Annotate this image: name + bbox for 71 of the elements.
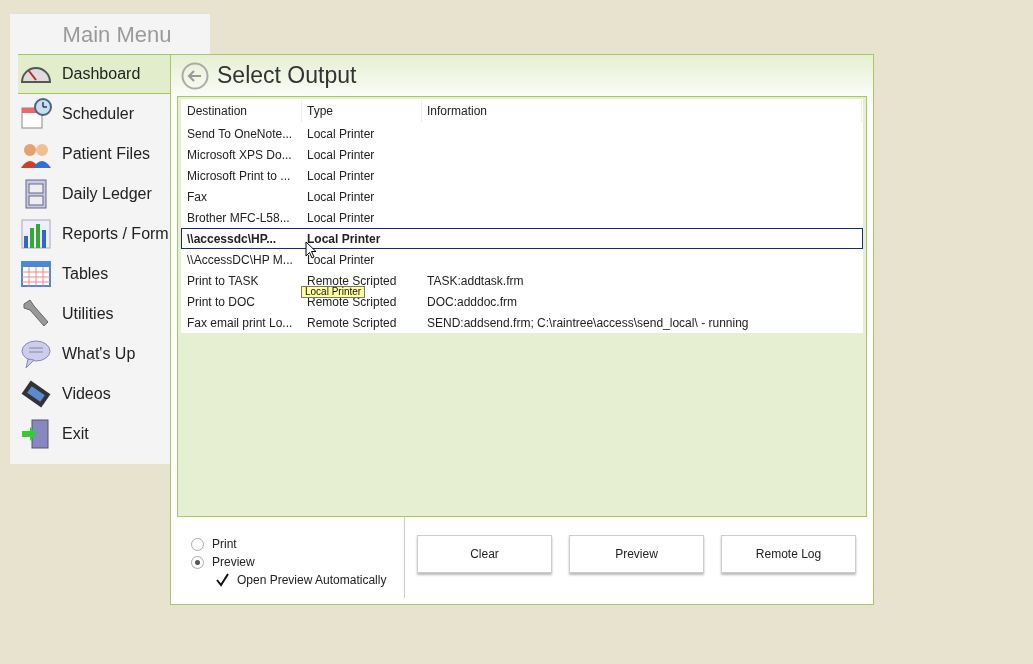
column-header[interactable]: Destination [182,100,302,122]
table-cell-text: \\AccessDC\HP M... [186,252,294,267]
menu-item-label: Dashboard [62,65,141,83]
table-row[interactable]: Microsoft XPS Do... Local Printer [181,144,863,165]
tooltip: Local Printer [301,286,366,298]
table-cell-text: Local Printer [306,126,376,141]
calendar-clock-icon [20,98,52,130]
speech-bubble-icon [20,338,52,370]
table-row[interactable]: Send To OneNote... Local Printer [181,123,863,144]
menu-item-label: Scheduler [62,105,135,123]
dialog-title: Select Output [217,62,357,89]
radio-button[interactable] [191,537,204,551]
menu-item[interactable]: What's Up [18,334,170,374]
table-cell-text: Microsoft Print to ... [186,168,292,183]
table-cell-text: Send To OneNote... [186,126,294,141]
menu-item[interactable]: Utilities [18,294,170,334]
table-icon [20,258,52,290]
menu-item-label: Patient Files [62,145,151,163]
table-cell-text: DOC:adddoc.frm [426,294,519,309]
menu-item-label: Videos [62,385,111,403]
table-cell-text: Print to DOC [186,294,256,309]
menu-item-label: Exit [62,425,89,443]
menu-item-label: Tables [62,265,109,283]
table-cell-text: \\accessdc\HP... [186,231,278,246]
table-row[interactable]: Brother MFC-L58... Local Printer [181,207,863,228]
table-cell-text: Microsoft XPS Do... [186,147,293,162]
checkbox[interactable] [215,573,229,587]
menu-item[interactable]: Videos [18,374,170,414]
menu-item[interactable]: Exit [18,414,170,454]
table-row[interactable]: \\accessdc\HP... Local Printer [181,228,863,249]
menu-item[interactable]: Tables [18,254,170,294]
table-row[interactable]: Fax Local Printer [181,186,863,207]
menu-item[interactable]: Daily Ledger [18,174,170,214]
radio-button[interactable] [191,555,204,569]
action-button[interactable]: Clear [417,535,552,573]
back-icon[interactable] [181,61,209,90]
table-cell-text: Fax email print Lo... [186,315,294,330]
table-cell-text: Print to TASK [186,273,260,288]
action-button[interactable]: Remote Log [721,535,856,573]
table-cell-text: Fax [186,189,208,204]
table-cell-text: Local Printer [306,252,376,267]
table-cell-text: Remote Scripted [306,315,398,330]
radio-option[interactable]: Print [191,537,404,551]
radio-option[interactable]: Preview [191,555,404,569]
table-row[interactable]: \\AccessDC\HP M... Local Printer [181,249,863,270]
menu-item[interactable]: Reports / Form [18,214,170,254]
menu-title: Main Menu [62,21,172,49]
menu-item[interactable]: Patient Files [18,134,170,174]
table-cell-text: SEND:addsend.frm; C:\raintree\access\send_local\ - running [426,315,750,330]
table-cell-text: Brother MFC-L58... [186,210,291,225]
menu-item[interactable]: Scheduler [18,94,170,134]
table-row[interactable]: Fax email print Lo... Remote Scripted SEND:addsend.frm; C:\raintree\access\send_local\ - running [181,312,863,333]
bar-chart-icon [20,218,52,250]
column-header[interactable]: Information [422,100,862,122]
table-cell-text: Local Printer [306,210,376,225]
menu-item-label: What's Up [62,345,136,363]
exit-door-icon [20,418,52,450]
table-cell-text: Local Printer [306,231,382,246]
table-cell-text: Local Printer [306,168,376,183]
table-cell-text: Local Printer [306,189,376,204]
column-header[interactable]: Type [302,100,422,122]
menu-item-label: Daily Ledger [62,185,152,203]
menu-item-label: Reports / Form [62,225,169,243]
table-cell-text: Remote Scripted [307,273,398,288]
menu-item-label: Utilities [62,305,114,323]
table-cell-text: Local Printer [306,147,376,162]
checkbox-option[interactable]: Open Preview Automatically [215,573,404,587]
menu-item[interactable]: Dashboard [18,54,170,94]
table-cell-text: TASK:addtask.frm [426,273,525,288]
table-row[interactable]: Microsoft Print to ... Local Printer [181,165,863,186]
action-button[interactable]: Preview [569,535,704,573]
